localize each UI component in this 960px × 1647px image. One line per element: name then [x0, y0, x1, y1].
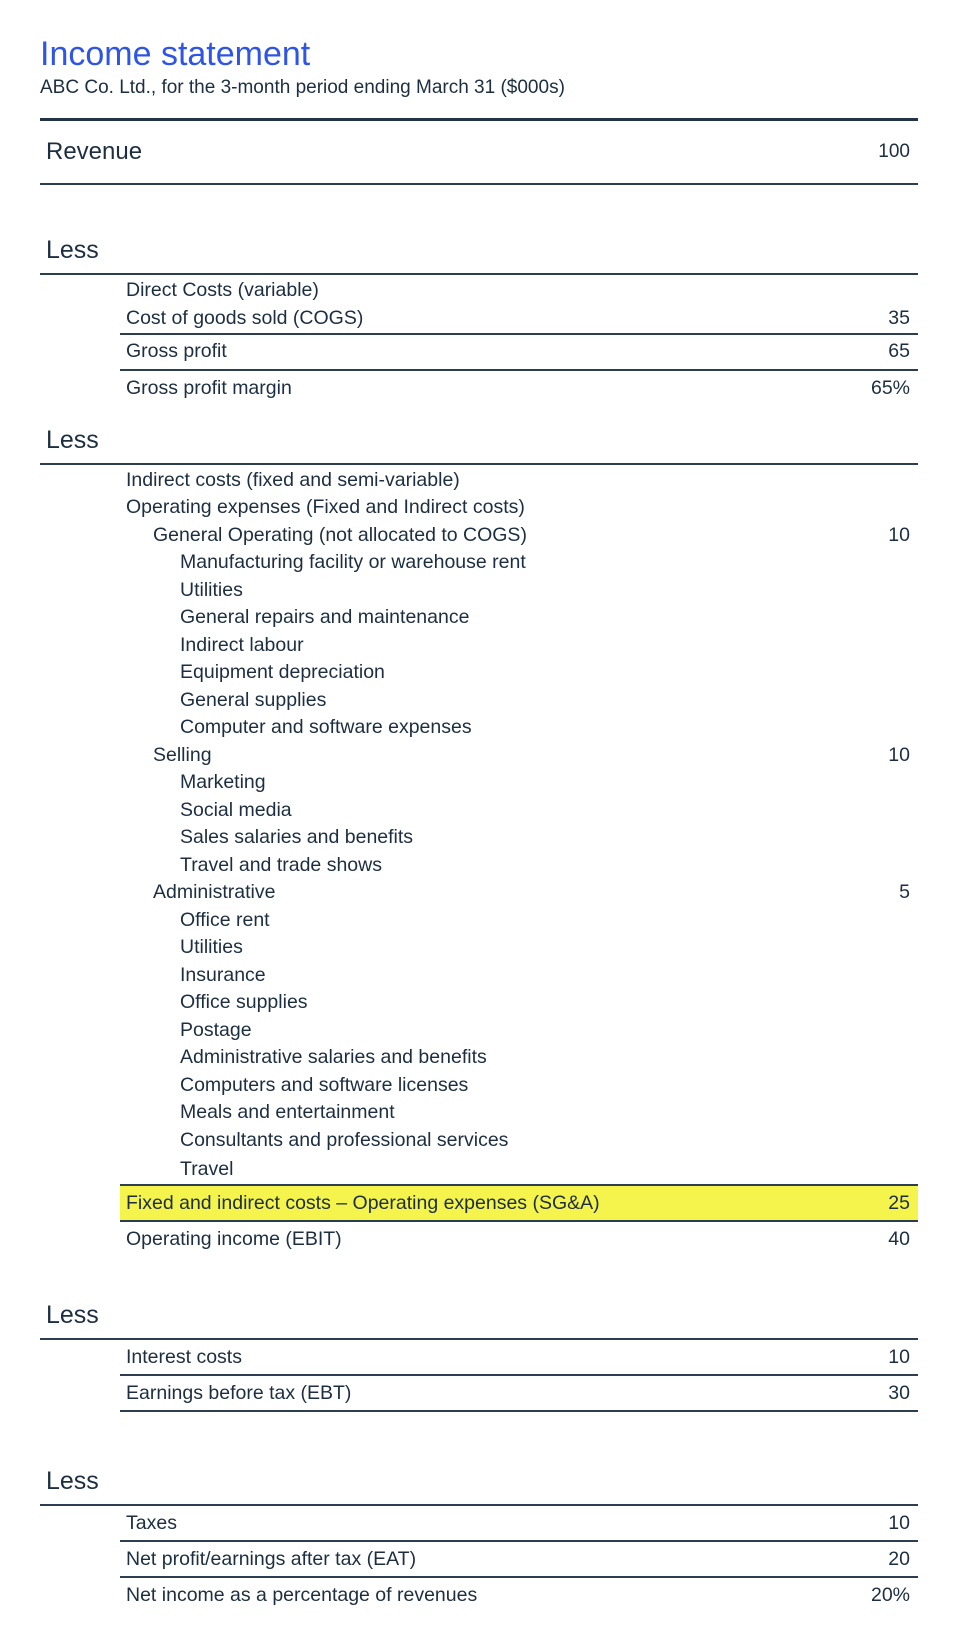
- less-label-indirect: Less: [40, 415, 918, 465]
- list-item: Office supplies: [180, 991, 308, 1014]
- ebit-row: Operating income (EBIT) 40: [120, 1222, 918, 1256]
- ebit-value: 40: [888, 1227, 910, 1250]
- sga-total-value: 25: [888, 1191, 910, 1214]
- sga-total-label: Fixed and indirect costs – Operating exp…: [126, 1191, 600, 1214]
- indirect-costs-section: Indirect costs (fixed and semi-variable)…: [120, 467, 918, 1257]
- interest-costs-value: 10: [888, 1345, 910, 1368]
- eat-row: Net profit/earnings after tax (EAT) 20: [120, 1542, 918, 1578]
- gross-profit-label: Gross profit: [126, 340, 227, 362]
- list-item: Office rent: [180, 908, 270, 931]
- ebit-label: Operating income (EBIT): [126, 1227, 342, 1250]
- list-item: Social media: [180, 798, 292, 821]
- selling-label: Selling: [153, 743, 212, 766]
- gross-profit-value: 65: [888, 340, 910, 362]
- list-item: Computer and software expenses: [180, 716, 472, 739]
- taxes-section: Taxes 10 Net profit/earnings after tax (…: [120, 1506, 918, 1612]
- revenue-label: Revenue: [46, 138, 143, 165]
- cogs-value: 35: [888, 307, 910, 329]
- administrative-label: Administrative: [153, 881, 276, 904]
- indirect-heading-row: Indirect costs (fixed and semi-variable): [120, 467, 918, 495]
- list-item: General repairs and maintenance: [180, 606, 470, 629]
- list-item: Administrative salaries and benefits: [180, 1046, 487, 1069]
- ebt-row: Earnings before tax (EBT) 30: [120, 1376, 918, 1412]
- less-label-direct: Less: [40, 225, 918, 275]
- list-item: General supplies: [180, 688, 327, 711]
- list-item: Travel: [180, 1157, 234, 1180]
- gross-profit-row: Gross profit 65: [120, 335, 918, 371]
- administrative-value: 5: [899, 881, 910, 904]
- list-item: Sales salaries and benefits: [180, 826, 414, 849]
- selling-value: 10: [888, 743, 910, 766]
- interest-costs-label: Interest costs: [126, 1345, 242, 1368]
- interest-costs-row: Interest costs 10: [120, 1340, 918, 1376]
- gross-margin-value: 65%: [870, 377, 910, 399]
- eat-value: 20: [888, 1547, 910, 1570]
- less-label-taxes: Less: [40, 1456, 918, 1506]
- list-item: Manufacturing facility or warehouse rent: [180, 551, 526, 574]
- ebt-value: 30: [888, 1381, 910, 1404]
- page-subtitle: ABC Co. Ltd., for the 3-month period end…: [40, 77, 565, 98]
- list-item: Meals and entertainment: [180, 1101, 395, 1124]
- administrative-row: Administrative 5: [120, 879, 918, 907]
- sga-total-row: Fixed and indirect costs – Operating exp…: [120, 1184, 918, 1222]
- cogs-row: Cost of goods sold (COGS) 35: [120, 305, 918, 335]
- net-margin-row: Net income as a percentage of revenues 2…: [120, 1578, 918, 1612]
- page-title: Income statement: [40, 35, 311, 73]
- list-item: Indirect labour: [180, 633, 304, 656]
- direct-costs-section: Direct Costs (variable) Cost of goods so…: [120, 277, 918, 407]
- selling-row: Selling 10: [120, 742, 918, 770]
- direct-costs-heading-row: Direct Costs (variable): [120, 277, 918, 305]
- revenue-value: 100: [878, 141, 910, 162]
- list-item: Utilities: [180, 936, 243, 959]
- gross-margin-label: Gross profit margin: [126, 377, 292, 399]
- list-item: Insurance: [180, 963, 266, 986]
- list-item: Postage: [180, 1018, 252, 1041]
- direct-costs-heading: Direct Costs (variable): [126, 279, 319, 302]
- taxes-row: Taxes 10: [120, 1506, 918, 1542]
- list-item: Consultants and professional services: [180, 1128, 509, 1151]
- opex-heading-row: Operating expenses (Fixed and Indirect c…: [120, 494, 918, 522]
- gross-margin-row: Gross profit margin 65%: [120, 371, 918, 407]
- general-operating-label: General Operating (not allocated to COGS…: [153, 523, 527, 546]
- ebt-label: Earnings before tax (EBT): [126, 1381, 352, 1404]
- list-item: Travel and trade shows: [180, 853, 382, 876]
- general-operating-value: 10: [888, 523, 910, 546]
- list-item: Equipment depreciation: [180, 661, 385, 684]
- revenue-row: Revenue 100: [40, 121, 918, 185]
- indirect-heading: Indirect costs (fixed and semi-variable): [126, 468, 460, 491]
- opex-heading: Operating expenses (Fixed and Indirect c…: [126, 496, 525, 519]
- net-margin-value: 20%: [870, 1583, 910, 1606]
- income-statement: Income statement ABC Co. Ltd., for the 3…: [40, 34, 918, 1612]
- list-item: Computers and software licenses: [180, 1073, 469, 1096]
- net-margin-label: Net income as a percentage of revenues: [126, 1583, 478, 1606]
- cogs-label: Cost of goods sold (COGS): [126, 307, 364, 329]
- list-item: Utilities: [180, 578, 243, 601]
- list-item: Marketing: [180, 771, 266, 794]
- eat-label: Net profit/earnings after tax (EAT): [126, 1547, 417, 1570]
- interest-section: Interest costs 10 Earnings before tax (E…: [120, 1340, 918, 1412]
- less-label-interest: Less: [40, 1290, 918, 1340]
- taxes-value: 10: [888, 1511, 910, 1534]
- taxes-label: Taxes: [126, 1511, 177, 1534]
- general-operating-row: General Operating (not allocated to COGS…: [120, 522, 918, 550]
